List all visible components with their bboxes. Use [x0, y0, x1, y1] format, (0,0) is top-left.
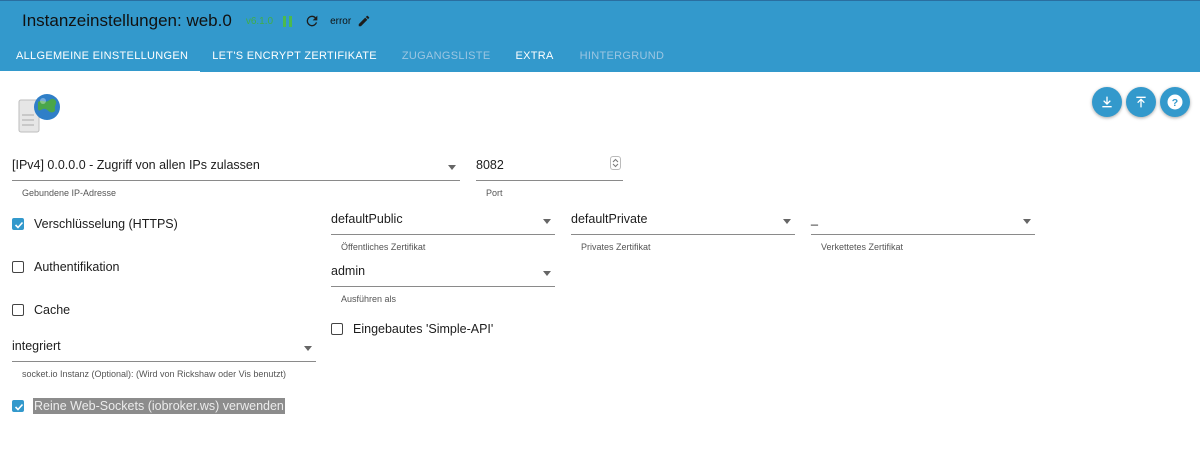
tab-bar: Allgemeine Einstellungen Let's Encrypt Z…: [0, 41, 676, 73]
https-checkbox[interactable]: [12, 218, 24, 230]
socketio-value: integriert: [12, 339, 61, 353]
cert-chained-select[interactable]: _: [811, 207, 1035, 235]
websockets-checkbox[interactable]: [12, 400, 24, 412]
bind-ip-field[interactable]: [IPv4] 0.0.0.0 - Zugriff von allen IPs z…: [12, 153, 460, 198]
download-icon: [1102, 96, 1112, 108]
run-as-helper: Ausführen als: [341, 294, 397, 304]
version-badge: v6.1.0: [245, 15, 274, 27]
edit-icon[interactable]: [357, 14, 371, 28]
cert-private-value: defaultPrivate: [571, 212, 648, 226]
port-input[interactable]: 8082: [476, 153, 623, 181]
cache-checkbox-row[interactable]: Cache: [12, 303, 70, 317]
simple-api-checkbox-row[interactable]: Eingebautes 'Simple-API': [331, 322, 493, 336]
cert-public-select[interactable]: defaultPublic: [331, 207, 555, 235]
socketio-helper: socket.io Instanz (Optional): (Wird von …: [22, 369, 286, 379]
run-as-select[interactable]: admin: [331, 259, 555, 287]
cert-chained-field[interactable]: _ Verkettetes Zertifikat: [811, 207, 1035, 252]
title-row: Instanzeinstellungen: web.0 v6.1.0 error: [22, 9, 371, 33]
top-bar: Instanzeinstellungen: web.0 v6.1.0 error…: [0, 0, 1200, 73]
download-button[interactable]: [1092, 87, 1122, 117]
tab-extra[interactable]: Extra: [502, 41, 567, 73]
run-as-value: admin: [331, 264, 366, 278]
bind-ip-helper: Gebundene IP-Adresse: [22, 188, 117, 198]
cert-private-select[interactable]: defaultPrivate: [571, 207, 795, 235]
refresh-icon[interactable]: [304, 13, 320, 29]
port-stepper[interactable]: [610, 156, 621, 170]
socketio-field[interactable]: integriert socket.io Instanz (Optional):…: [12, 334, 316, 379]
port-helper: Port: [486, 188, 503, 198]
upload-icon: [1136, 96, 1146, 108]
chevron-down-icon: [543, 271, 551, 276]
https-label: Verschlüsselung (HTTPS): [34, 217, 178, 231]
tab-general[interactable]: Allgemeine Einstellungen: [0, 41, 201, 73]
svg-text:?: ?: [1172, 97, 1178, 109]
help-button[interactable]: ?: [1160, 87, 1190, 117]
cert-chained-helper: Verkettetes Zertifikat: [821, 242, 904, 252]
chevron-down-icon: [783, 219, 791, 224]
cache-checkbox[interactable]: [12, 304, 24, 316]
tab-letsencrypt[interactable]: Let's Encrypt Zertifikate: [200, 41, 389, 73]
pause-icon[interactable]: [283, 15, 293, 27]
chevron-down-icon: [543, 219, 551, 224]
cert-public-value: defaultPublic: [331, 212, 403, 226]
auth-checkbox[interactable]: [12, 261, 24, 273]
simple-api-label: Eingebautes 'Simple-API': [353, 322, 494, 336]
run-as-field[interactable]: admin Ausführen als: [331, 259, 555, 304]
port-field[interactable]: 8082 Port: [476, 153, 623, 198]
auth-checkbox-row[interactable]: Authentifikation: [12, 260, 119, 274]
bind-ip-value: [IPv4] 0.0.0.0 - Zugriff von allen IPs z…: [12, 158, 260, 172]
upload-button[interactable]: [1126, 87, 1156, 117]
auth-label: Authentifikation: [34, 260, 120, 274]
page-title: Instanzeinstellungen: web.0: [22, 11, 232, 30]
socketio-select[interactable]: integriert: [12, 334, 316, 362]
chevron-down-icon: [1023, 219, 1031, 224]
cert-private-helper: Privates Zertifikat: [581, 242, 651, 252]
chevron-down-icon: [304, 346, 312, 351]
tab-background[interactable]: Hintergrund: [568, 41, 677, 73]
port-value: 8082: [476, 158, 504, 172]
cert-chained-value: _: [811, 212, 818, 226]
web-logo-icon: [18, 94, 60, 133]
tab-access-list[interactable]: Zugangsliste: [389, 41, 503, 73]
websockets-checkbox-row[interactable]: Reine Web-Sockets (iobroker.ws) verwende…: [12, 398, 285, 414]
cert-public-helper: Öffentliches Zertifikat: [341, 242, 426, 252]
simple-api-checkbox[interactable]: [331, 323, 343, 335]
cert-private-field[interactable]: defaultPrivate Privates Zertifikat: [571, 207, 795, 252]
status-text: error: [330, 15, 352, 27]
websockets-label: Reine Web-Sockets (iobroker.ws) verwende…: [33, 398, 285, 414]
cert-public-field[interactable]: defaultPublic Öffentliches Zertifikat: [331, 207, 555, 252]
chevron-down-icon: [448, 165, 456, 170]
cache-label: Cache: [34, 303, 71, 317]
help-icon: ?: [1167, 94, 1183, 110]
bind-ip-select[interactable]: [IPv4] 0.0.0.0 - Zugriff von allen IPs z…: [12, 153, 460, 181]
https-checkbox-row[interactable]: Verschlüsselung (HTTPS): [12, 217, 178, 231]
